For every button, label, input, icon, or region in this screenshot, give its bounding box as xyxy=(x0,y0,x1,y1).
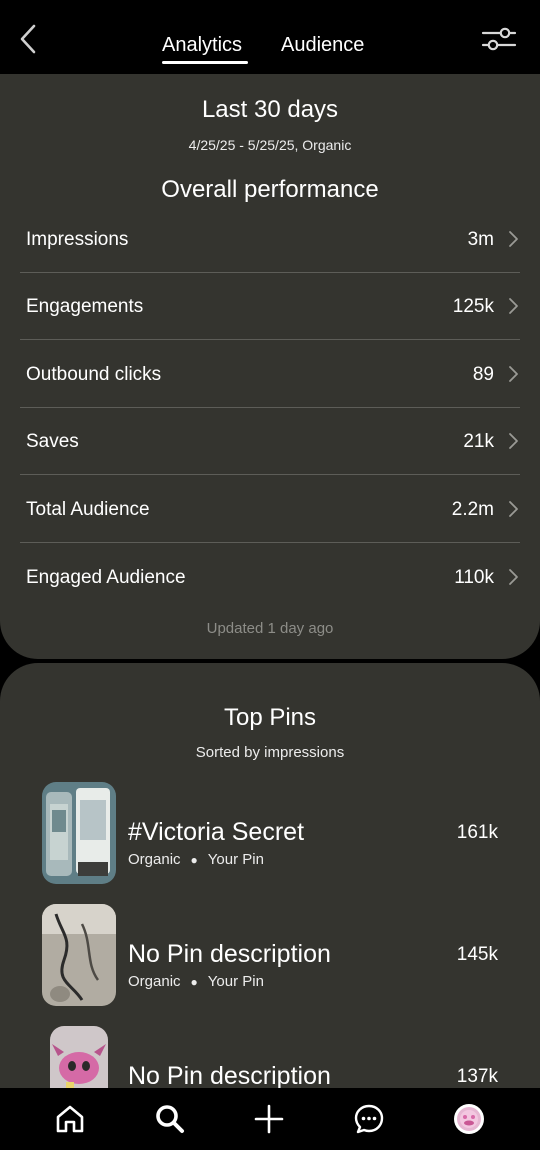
chevron-right-icon xyxy=(509,569,518,585)
metric-row-engagements[interactable]: Engagements 125k xyxy=(20,273,520,340)
tab-audience[interactable]: Audience xyxy=(281,34,364,57)
chevron-right-icon xyxy=(509,231,518,247)
nav-home[interactable] xyxy=(53,1102,87,1136)
bullet-separator: ● xyxy=(190,975,198,989)
top-bar: Analytics Audience xyxy=(0,0,540,74)
updated-timestamp: Updated 1 day ago xyxy=(206,620,334,637)
pin-impressions: 137k xyxy=(456,1066,498,1087)
pin-title: #Victoria Secret xyxy=(128,818,305,846)
pin-owner: Your Pin xyxy=(207,851,264,868)
pin-impressions: 161k xyxy=(456,822,498,843)
tab-analytics[interactable]: Analytics xyxy=(162,34,242,57)
section-title: Overall performance xyxy=(161,176,379,203)
pin-thumbnail xyxy=(42,782,116,884)
active-tab-indicator xyxy=(162,61,248,64)
bottom-nav xyxy=(0,1088,540,1150)
profile-avatar-icon xyxy=(454,1104,484,1134)
metric-label: Saves xyxy=(26,431,79,452)
pin-row[interactable]: No Pin description Organic ● Your Pin 145k xyxy=(0,904,540,1014)
sliders-icon xyxy=(481,27,517,51)
search-icon xyxy=(156,1105,184,1133)
metric-value: 110k xyxy=(454,567,494,588)
metric-value: 125k xyxy=(452,296,494,317)
pin-owner: Your Pin xyxy=(207,973,264,990)
pin-meta: Organic ● Your Pin xyxy=(128,851,264,868)
metric-value: 2.2m xyxy=(451,499,494,520)
metric-value: 89 xyxy=(472,364,494,385)
chevron-right-icon xyxy=(509,501,518,517)
metric-row-impressions[interactable]: Impressions 3m xyxy=(20,206,520,273)
top-pins-subtitle: Sorted by impressions xyxy=(195,744,345,761)
chevron-right-icon xyxy=(509,366,518,382)
metric-label: Impressions xyxy=(26,229,129,250)
pin-source: Organic xyxy=(128,851,181,868)
divider xyxy=(20,339,520,340)
chevron-right-icon xyxy=(509,433,518,449)
period-subtitle: 4/25/25 - 5/25/25, Organic xyxy=(188,137,352,153)
pin-impressions: 145k xyxy=(456,944,498,965)
plus-icon xyxy=(254,1104,284,1134)
top-pins-title: Top Pins xyxy=(223,704,317,731)
pin-thumbnail xyxy=(42,904,116,1006)
metric-row-outbound-clicks[interactable]: Outbound clicks 89 xyxy=(20,341,520,408)
metric-label: Total Audience xyxy=(26,499,150,520)
metric-value: 3m xyxy=(467,229,494,250)
metric-label: Engaged Audience xyxy=(26,567,186,588)
bullet-separator: ● xyxy=(190,853,198,867)
metric-label: Outbound clicks xyxy=(26,364,162,385)
pin-source: Organic xyxy=(128,973,181,990)
divider xyxy=(20,542,520,543)
metric-row-saves[interactable]: Saves 21k xyxy=(20,408,520,475)
nav-search[interactable] xyxy=(153,1102,187,1136)
pin-row[interactable]: #Victoria Secret Organic ● Your Pin 161k xyxy=(0,782,540,892)
metric-label: Engagements xyxy=(26,296,144,317)
divider xyxy=(20,474,520,475)
chevron-right-icon xyxy=(509,298,518,314)
filter-button[interactable] xyxy=(481,24,517,54)
tab-bar: Analytics Audience xyxy=(0,0,540,74)
messages-icon xyxy=(354,1104,384,1134)
nav-messages[interactable] xyxy=(352,1102,386,1136)
home-icon xyxy=(56,1105,84,1133)
pin-title: No Pin description xyxy=(128,1062,331,1090)
nav-create[interactable] xyxy=(252,1102,286,1136)
metric-row-engaged-audience[interactable]: Engaged Audience 110k xyxy=(20,544,520,611)
metric-row-total-audience[interactable]: Total Audience 2.2m xyxy=(20,476,520,543)
pin-title: No Pin description xyxy=(128,940,331,968)
pin-meta: Organic ● Your Pin xyxy=(128,973,264,990)
nav-profile[interactable] xyxy=(452,1102,486,1136)
metric-value: 21k xyxy=(463,431,494,452)
period-title: Last 30 days xyxy=(201,96,339,123)
